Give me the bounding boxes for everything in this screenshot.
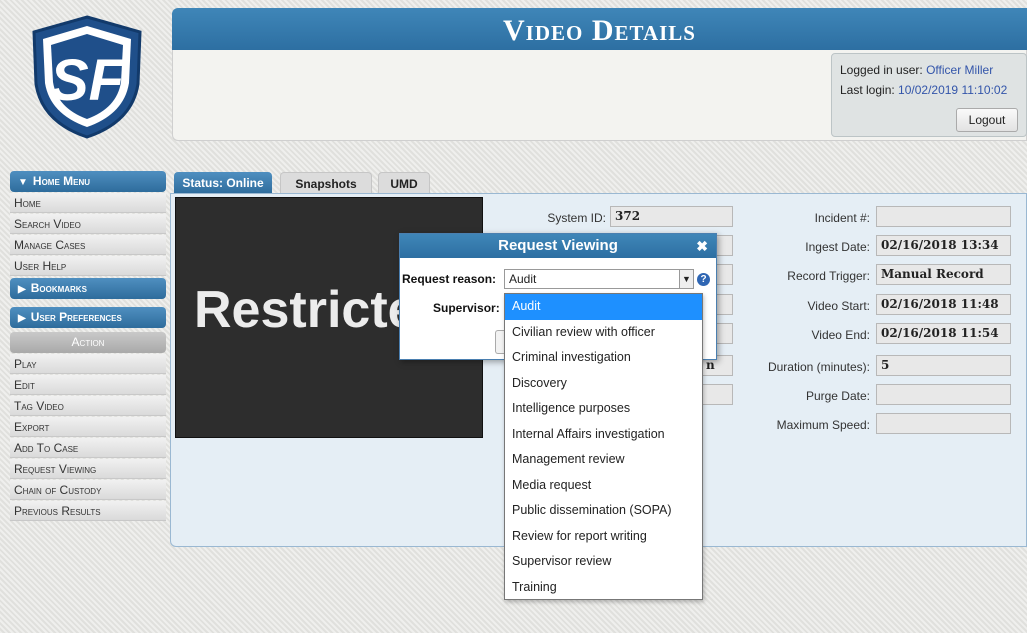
- dropdown-option-media-request[interactable]: Media request: [505, 473, 702, 499]
- record-trigger-label: Record Trigger:: [787, 269, 870, 283]
- user-preferences-header[interactable]: ▶ User Preferences: [10, 307, 166, 328]
- home-menu-header[interactable]: ▼ Home Menu: [10, 171, 166, 192]
- video-start-field: 02/16/2018 11:48: [876, 294, 1011, 315]
- maximum-speed-field: [876, 413, 1011, 434]
- dropdown-option-criminal-investigation[interactable]: Criminal investigation: [505, 345, 702, 371]
- dropdown-option-audit[interactable]: Audit: [505, 294, 702, 320]
- system-id-label: System ID:: [547, 211, 606, 225]
- incident-field: [876, 206, 1011, 227]
- sidebar-item-edit[interactable]: Edit: [10, 375, 166, 395]
- sidebar-item-tag-video[interactable]: Tag Video: [10, 396, 166, 416]
- video-start-label: Video Start:: [807, 299, 870, 313]
- bookmarks-header[interactable]: ▶ Bookmarks: [10, 278, 166, 299]
- user-preferences-label: User Preferences: [30, 310, 122, 324]
- triangle-down-icon: ▼: [18, 177, 28, 188]
- duration-label: Duration (minutes):: [767, 360, 870, 374]
- dropdown-option-civilian-review[interactable]: Civilian review with officer: [505, 320, 702, 346]
- supervisor-label: Supervisor:: [433, 301, 500, 315]
- request-reason-dropdown[interactable]: Audit Civilian review with officer Crimi…: [504, 293, 703, 600]
- sidebar-item-previous-results[interactable]: Previous Results: [10, 501, 166, 521]
- hidden-field-6: [701, 384, 733, 405]
- sf-shield-logo: SF: [32, 15, 142, 139]
- login-info-box: Logged in user: Officer Miller Last logi…: [831, 53, 1027, 137]
- purge-date-label: Purge Date:: [805, 389, 870, 403]
- logout-button[interactable]: Logout: [956, 108, 1018, 132]
- request-reason-label: Request reason:: [402, 272, 497, 286]
- dropdown-option-supervisor-review[interactable]: Supervisor review: [505, 549, 702, 575]
- svg-text:SF: SF: [50, 48, 126, 113]
- dropdown-option-discovery[interactable]: Discovery: [505, 371, 702, 397]
- system-id-field: 372: [610, 206, 733, 227]
- dropdown-option-public-dissemination[interactable]: Public dissemination (SOPA): [505, 498, 702, 524]
- sidebar-item-play[interactable]: Play: [10, 354, 166, 374]
- video-end-field: 02/16/2018 11:54: [876, 323, 1011, 344]
- logged-in-label: Logged in user:: [840, 63, 923, 77]
- record-trigger-field: Manual Record: [876, 264, 1011, 285]
- dropdown-option-intelligence-purposes[interactable]: Intelligence purposes: [505, 396, 702, 422]
- last-login-value: 10/02/2019 11:10:02: [898, 83, 1008, 97]
- request-reason-select[interactable]: Audit ▼: [504, 269, 694, 289]
- sidebar: ▼ Home Menu Home Search Video Manage Case…: [10, 171, 166, 522]
- sidebar-item-export[interactable]: Export: [10, 417, 166, 437]
- close-icon[interactable]: ✖: [696, 234, 708, 258]
- triangle-right-icon: ▶: [18, 284, 26, 295]
- bookmarks-label: Bookmarks: [30, 281, 87, 295]
- tab-status-online[interactable]: Status: Online: [174, 172, 272, 194]
- tab-umd[interactable]: UMD: [378, 172, 430, 194]
- dropdown-option-management-review[interactable]: Management review: [505, 447, 702, 473]
- sidebar-item-add-to-case[interactable]: Add To Case: [10, 438, 166, 458]
- sidebar-item-manage-cases[interactable]: Manage Cases: [10, 235, 166, 255]
- dropdown-option-training[interactable]: Training: [505, 575, 702, 601]
- logged-in-user: Logged in user: Officer Miller: [840, 60, 1026, 80]
- ingest-date-label: Ingest Date:: [805, 240, 870, 254]
- video-end-label: Video End:: [811, 328, 871, 342]
- incident-label: Incident #:: [814, 211, 870, 225]
- chevron-down-icon[interactable]: ▼: [679, 270, 693, 288]
- dropdown-option-internal-affairs[interactable]: Internal Affairs investigation: [505, 422, 702, 448]
- dropdown-option-review-for-report[interactable]: Review for report writing: [505, 524, 702, 550]
- request-reason-value: Audit: [509, 272, 537, 286]
- sidebar-item-home[interactable]: Home: [10, 193, 166, 213]
- logged-in-user-name: Officer Miller: [926, 63, 994, 77]
- ingest-date-field: 02/16/2018 13:34: [876, 235, 1011, 256]
- page-title: Video Details: [503, 14, 696, 47]
- last-login: Last login: 10/02/2019 11:10:02: [840, 80, 1026, 100]
- sidebar-item-user-help[interactable]: User Help: [10, 256, 166, 276]
- dialog-titlebar: Request Viewing ✖: [400, 234, 716, 258]
- duration-field: 5: [876, 355, 1011, 376]
- last-login-label: Last login:: [840, 83, 895, 97]
- sidebar-item-request-viewing[interactable]: Request Viewing: [10, 459, 166, 479]
- maximum-speed-label: Maximum Speed:: [776, 418, 870, 432]
- dialog-title: Request Viewing: [498, 237, 618, 254]
- tab-snapshots[interactable]: Snapshots: [280, 172, 372, 194]
- home-menu-label: Home Menu: [32, 174, 91, 188]
- triangle-right-icon: ▶: [18, 313, 26, 324]
- action-header: Action: [10, 332, 166, 353]
- purge-date-field: [876, 384, 1011, 405]
- sidebar-item-chain-of-custody[interactable]: Chain of Custody: [10, 480, 166, 500]
- header-bar: Video Details: [172, 8, 1027, 50]
- help-icon[interactable]: ?: [697, 273, 710, 286]
- sidebar-item-search-video[interactable]: Search Video: [10, 214, 166, 234]
